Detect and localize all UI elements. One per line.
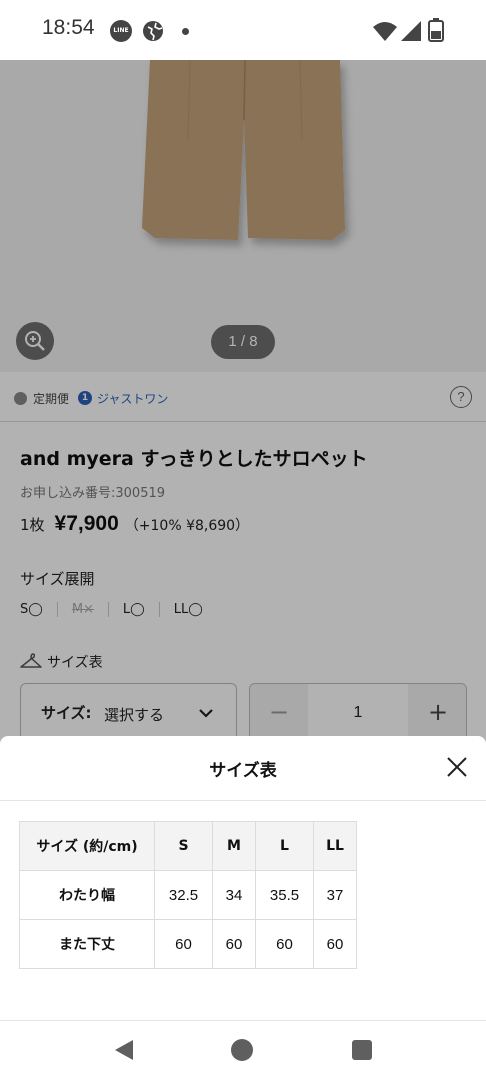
system-nav-bar	[0, 1020, 486, 1080]
close-icon[interactable]	[444, 754, 470, 780]
table-cell: 60	[255, 919, 314, 969]
size-table-header-label: サイズ (約/cm)	[19, 821, 155, 871]
line-icon: LINE	[110, 20, 132, 42]
size-table-header-m: M	[212, 821, 256, 871]
table-cell: 60	[313, 919, 357, 969]
size-chart-sheet: サイズ表 サイズ (約/cm) S M L LL わたり幅 32.5 34 35…	[0, 736, 486, 1020]
table-cell: 35.5	[255, 870, 314, 920]
row-label: また下丈	[19, 919, 155, 969]
signal-icon	[401, 21, 421, 41]
wifi-icon	[373, 22, 397, 41]
table-row: また下丈 60 60 60 60	[19, 919, 357, 969]
size-table-header-row: サイズ (約/cm) S M L LL	[19, 821, 357, 871]
table-cell: 60	[212, 919, 256, 969]
size-table: サイズ (約/cm) S M L LL わたり幅 32.5 34 35.5 37…	[19, 821, 357, 969]
sheet-header: サイズ表	[0, 736, 486, 801]
home-icon[interactable]	[231, 1039, 253, 1061]
recent-apps-icon[interactable]	[352, 1040, 372, 1060]
table-cell: 60	[154, 919, 213, 969]
table-cell: 37	[313, 870, 357, 920]
back-icon[interactable]	[113, 1038, 135, 1062]
battery-icon	[428, 18, 444, 42]
globe-icon	[143, 21, 163, 41]
table-row: わたり幅 32.5 34 35.5 37	[19, 870, 357, 920]
sheet-title: サイズ表	[209, 761, 277, 781]
status-time: 18:54	[42, 16, 95, 39]
size-table-header-s: S	[154, 821, 213, 871]
size-table-header-ll: LL	[313, 821, 357, 871]
row-label: わたり幅	[19, 870, 155, 920]
dot-icon	[182, 28, 189, 35]
size-table-header-l: L	[255, 821, 314, 871]
status-bar: 18:54 LINE	[0, 0, 486, 60]
table-cell: 32.5	[154, 870, 213, 920]
table-cell: 34	[212, 870, 256, 920]
